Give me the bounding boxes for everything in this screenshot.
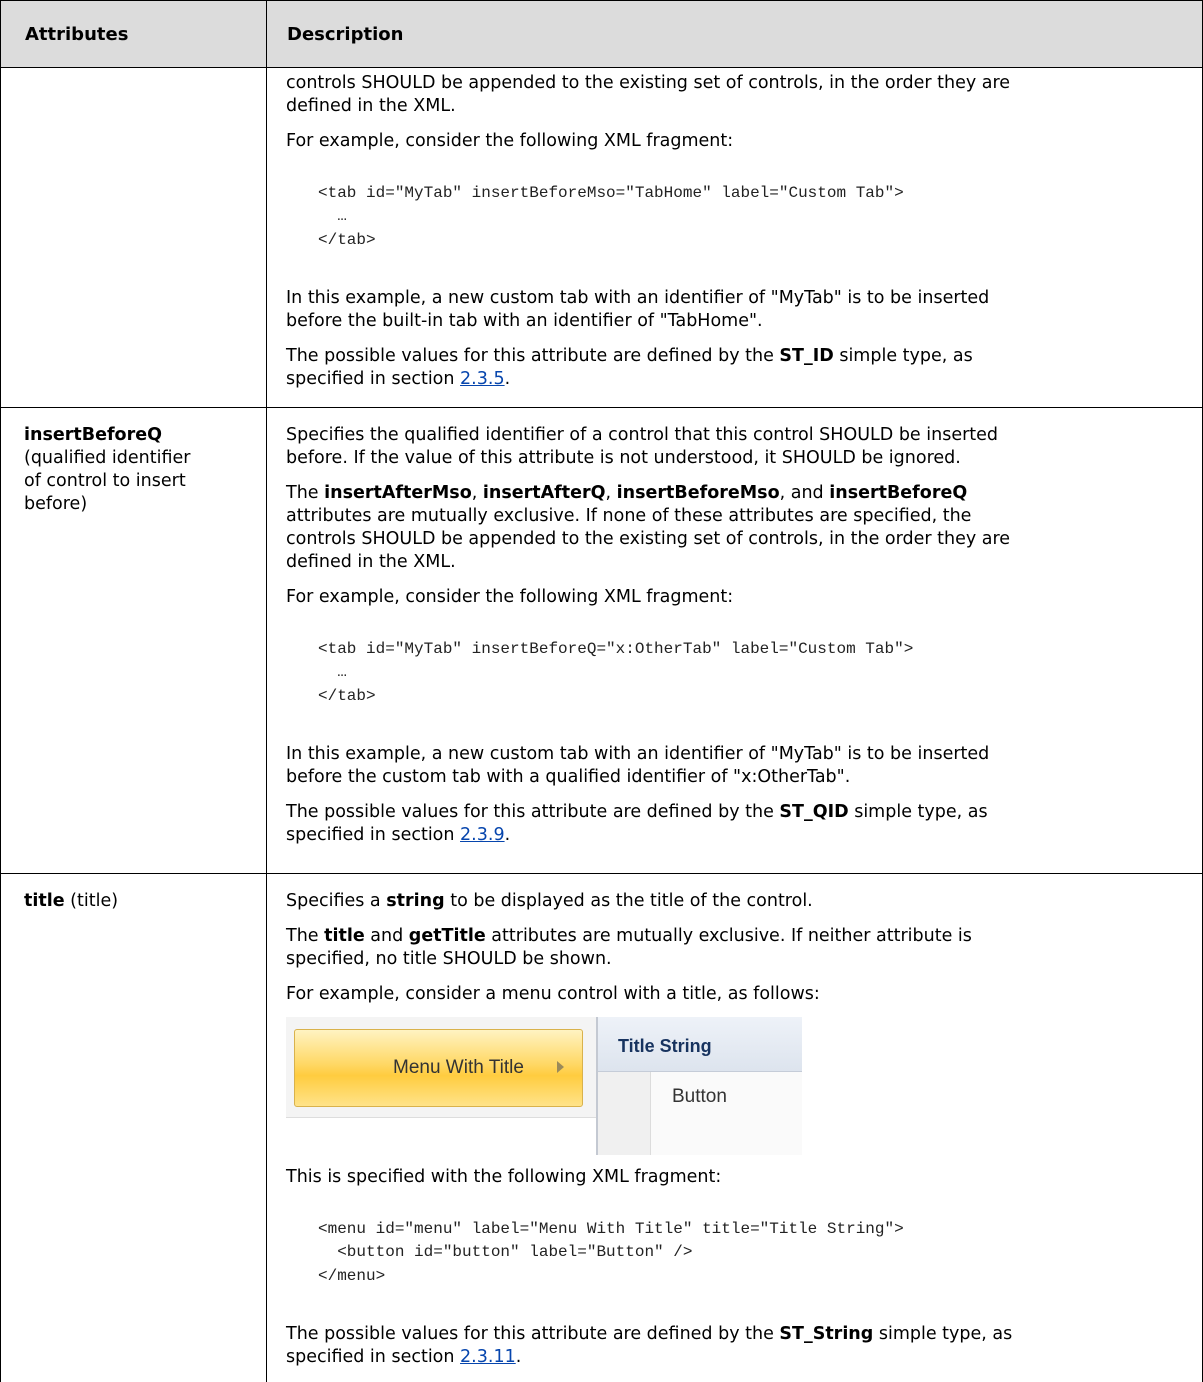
type-ref: string [386,891,445,911]
paragraph: For example, consider the following XML … [286,131,734,151]
paragraph-line: In this example, a new custom tab with a… [286,288,990,308]
section-link[interactable]: 2.3.11 [460,1347,516,1367]
section-link[interactable]: 2.3.9 [460,825,505,845]
text: and [364,926,409,946]
header-description: Description [287,24,404,45]
submenu-icon-gutter [598,1072,651,1155]
paragraph: For example, consider the following XML … [286,587,734,607]
row-divider [0,873,1203,874]
text: to be displayed as the title of the cont… [444,891,813,911]
text: simple type, as [833,346,973,366]
code-line: … [318,207,347,225]
paragraph-line: before. If the value of this attribute i… [286,448,961,468]
attribute-ref: getTitle [408,926,486,946]
attributes-table: Attributes Description controls SHOULD b… [0,0,1203,1382]
type-name: ST_QID [779,802,849,822]
paragraph-line: specified in section 2.3.11. [286,1346,521,1369]
paragraph: For example, consider a menu control wit… [286,984,820,1004]
code-line: … [318,663,347,681]
attribute-name-text: title [24,891,65,911]
paragraph-line: defined in the XML. [286,96,456,116]
paragraph-line: The possible values for this attribute a… [286,1323,1012,1346]
attribute-ref: insertBeforeQ [829,483,968,503]
paragraph: This is specified with the following XML… [286,1167,722,1187]
code-line: </menu> [318,1267,386,1285]
paragraph-line: In this example, a new custom tab with a… [286,744,990,764]
text: specified in section [286,825,461,845]
attribute-name-text: insertBeforeQ [24,425,162,445]
type-name: ST_String [779,1324,874,1344]
text: . [504,369,511,389]
paragraph-line: The title and getTitle attributes are mu… [286,925,972,948]
table-border-top [0,0,1203,1]
attribute-name: insertBeforeQ [24,424,162,447]
header-attributes: Attributes [25,24,129,45]
type-name: ST_ID [779,346,834,366]
table-header: Attributes Description [1,1,1202,67]
attribute-ref: insertBeforeMso [616,483,780,503]
text: specified in section [286,369,461,389]
submenu-button-item: Button [672,1086,727,1107]
attribute-description: (title) [64,891,119,911]
text: The possible values for this attribute a… [286,346,780,366]
attribute-description-line: of control to insert [24,471,186,491]
header-divider [0,67,1203,68]
menu-title-screenshot: Menu With Title Title String Button [286,1017,802,1155]
paragraph-line: specified in section 2.3.9. [286,824,510,847]
text: The possible values for this attribute a… [286,802,780,822]
text: . [515,1347,522,1367]
paragraph-line: before the custom tab with a qualified i… [286,767,851,787]
menu-with-title-item: Menu With Title [294,1029,583,1107]
text: , [605,483,617,503]
paragraph-line: Specifies a string to be displayed as th… [286,890,813,913]
attribute-name: title (title) [24,890,118,913]
text: attributes are mutually exclusive. If ne… [485,926,972,946]
code-line: <menu id="menu" label="Menu With Title" … [318,1220,904,1238]
text: The possible values for this attribute a… [286,1324,780,1344]
menu-background [286,1117,596,1155]
attribute-ref: title [324,926,365,946]
row-divider [0,407,1203,408]
attribute-ref: insertAfterMso [324,483,472,503]
column-divider [266,0,267,1382]
section-link[interactable]: 2.3.5 [460,369,505,389]
code-line: <tab id="MyTab" insertBeforeMso="TabHome… [318,184,904,202]
paragraph-line: before the built-in tab with an identifi… [286,311,763,331]
code-line: <button id="button" label="Button" /> [318,1243,693,1261]
submenu-panel: Title String Button [596,1017,802,1155]
paragraph-line: Specifies the qualified identifier of a … [286,425,999,445]
text: , and [779,483,830,503]
paragraph-line: controls SHOULD be appended to the exist… [286,529,1011,549]
menu-label: Menu With Title [393,1057,524,1078]
text: , [471,483,483,503]
text: The [286,926,325,946]
paragraph-line: defined in the XML. [286,552,456,572]
attribute-description-line: (qualified identifier [24,448,191,468]
table-border-left [0,0,1,1382]
submenu-title: Title String [618,1036,712,1056]
text: simple type, as [873,1324,1013,1344]
paragraph-line: specified in section 2.3.5. [286,368,510,391]
paragraph-line: The possible values for this attribute a… [286,345,973,368]
text: The [286,483,325,503]
attribute-description-line: before) [24,494,88,514]
attribute-ref: insertAfterQ [482,483,606,503]
text: specified in section [286,1347,461,1367]
paragraph-line: The possible values for this attribute a… [286,801,988,824]
text: . [504,825,511,845]
text: simple type, as [848,802,988,822]
code-line: </tab> [318,231,376,249]
paragraph-line: attributes are mutually exclusive. If no… [286,506,972,526]
paragraph-line: The insertAfterMso, insertAfterQ, insert… [286,482,967,505]
paragraph-line: controls SHOULD be appended to the exist… [286,73,1011,93]
code-line: </tab> [318,687,376,705]
submenu-title-bar: Title String [598,1017,802,1072]
code-line: <tab id="MyTab" insertBeforeQ="x:OtherTa… [318,640,914,658]
paragraph-line: specified, no title SHOULD be shown. [286,949,612,969]
text: Specifies a [286,891,387,911]
submenu-arrow-icon [557,1061,564,1073]
